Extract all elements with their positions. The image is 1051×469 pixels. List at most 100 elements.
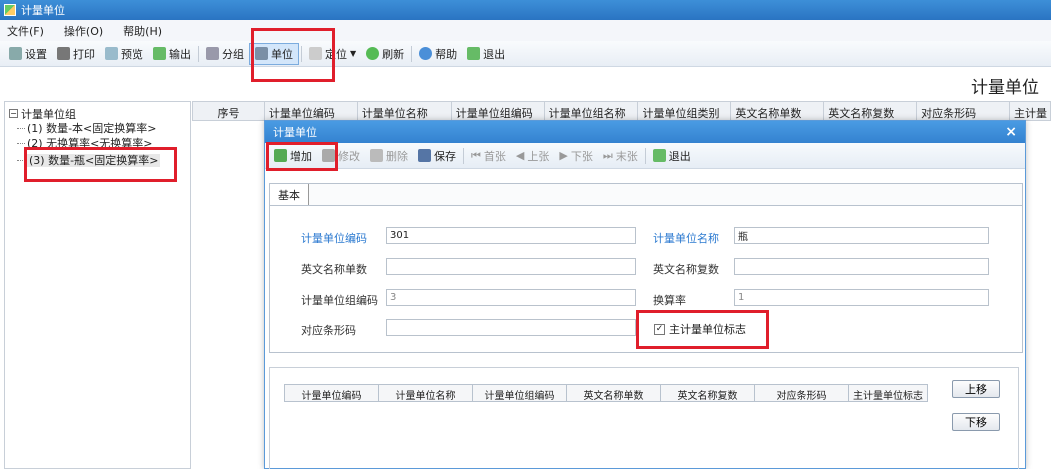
refresh-label: 刷新 <box>382 47 405 61</box>
delete-label: 删除 <box>386 149 408 163</box>
en-plural-input[interactable] <box>734 258 989 275</box>
chevron-down-icon: ▼ <box>350 49 357 58</box>
move-up-button[interactable]: 上移 <box>952 380 1000 398</box>
unit-list-panel: 计量单位编码 计量单位名称 计量单位组编码 英文名称单数 英文名称复数 对应条形… <box>269 367 1019 469</box>
edit-button[interactable]: 修改 <box>317 145 365 167</box>
tab-basic[interactable]: 基本 <box>270 184 309 205</box>
help-button[interactable]: 帮助 <box>414 43 462 65</box>
grid-col-group-name[interactable]: 计量单位组名称 <box>545 102 639 120</box>
tree-item-label: (1) 数量-本<固定换算率> <box>27 122 157 135</box>
next-icon: ▶ <box>559 149 568 162</box>
last-button[interactable]: ⏭ 末张 <box>598 145 643 167</box>
tree-item-2[interactable]: (2) 无换算率<无换算率> <box>9 136 186 151</box>
grid-col-unit-name[interactable]: 计量单位名称 <box>358 102 452 120</box>
grid-col-barcode[interactable]: 对应条形码 <box>917 102 1011 120</box>
sub-col-en-plural[interactable]: 英文名称复数 <box>661 385 755 401</box>
group-code-input[interactable] <box>386 289 636 306</box>
window-title: 计量单位 <box>21 4 65 17</box>
help-icon <box>419 47 433 60</box>
exit-label: 退出 <box>483 47 506 61</box>
rate-label: 换算率 <box>653 294 686 307</box>
group-label: 分组 <box>222 47 244 61</box>
save-label: 保存 <box>434 149 456 163</box>
tree-item-3[interactable]: (3) 数量-瓶<固定换算率> <box>9 153 186 168</box>
tree-item-label: (3) 数量-瓶<固定换算率> <box>27 154 161 167</box>
pencil-icon <box>322 149 335 162</box>
dialog-toolbar: 增加 修改 删除 保存 ⏮ 首张 ◀ 上张 ▶ 下张 ⏭ 末张 退出 <box>265 143 1025 169</box>
print-button[interactable]: 打印 <box>52 43 100 65</box>
move-down-button[interactable]: 下移 <box>952 413 1000 431</box>
settings-icon <box>9 47 22 60</box>
scale-icon <box>255 47 268 60</box>
prev-button[interactable]: ◀ 上张 <box>511 145 554 167</box>
unit-label: 单位 <box>271 47 293 61</box>
export-icon <box>153 47 166 60</box>
export-label: 输出 <box>169 47 191 61</box>
exit-button[interactable]: 退出 <box>462 43 510 65</box>
grid-col-group-code[interactable]: 计量单位组编码 <box>452 102 545 120</box>
grid-col-main[interactable]: 主计量 <box>1010 102 1050 120</box>
menu-help[interactable]: 帮助(H) <box>123 23 162 39</box>
add-button[interactable]: 增加 <box>269 145 317 167</box>
sub-col-main-flag[interactable]: 主计量单位标志 <box>849 385 927 401</box>
menu-file[interactable]: 文件(F) <box>7 23 44 39</box>
sub-col-group-code[interactable]: 计量单位组编码 <box>473 385 567 401</box>
delete-icon <box>370 149 383 162</box>
tree-item-1[interactable]: (1) 数量-本<固定换算率> <box>9 121 186 136</box>
delete-button[interactable]: 删除 <box>365 145 413 167</box>
menu-operation[interactable]: 操作(O) <box>64 23 103 39</box>
grid-col-en-singular[interactable]: 英文名称单数 <box>731 102 825 120</box>
preview-button[interactable]: 预览 <box>100 43 148 65</box>
refresh-button[interactable]: 刷新 <box>361 43 409 65</box>
unit-grid-header: 序号 计量单位编码 计量单位名称 计量单位组编码 计量单位组名称 计量单位组类别… <box>192 101 1051 121</box>
grid-col-unit-code[interactable]: 计量单位编码 <box>265 102 358 120</box>
sub-grid-header: 计量单位编码 计量单位名称 计量单位组编码 英文名称单数 英文名称复数 对应条形… <box>284 384 928 402</box>
toolbar-separator <box>463 147 464 164</box>
print-label: 打印 <box>73 47 95 61</box>
prev-icon: ◀ <box>515 149 525 162</box>
next-button[interactable]: ▶ 下张 <box>554 145 597 167</box>
first-button[interactable]: ⏮ 首张 <box>466 145 511 167</box>
dialog-title: 计量单位 <box>273 126 317 139</box>
sub-col-unit-code[interactable]: 计量单位编码 <box>285 385 379 401</box>
collapse-icon[interactable]: − <box>9 109 18 118</box>
unit-button[interactable]: 单位 <box>249 42 299 65</box>
group-icon <box>206 47 219 60</box>
barcode-input[interactable] <box>386 319 636 336</box>
toolbar-separator <box>644 147 646 164</box>
unit-dialog: 计量单位 × 增加 修改 删除 保存 ⏮ 首张 ◀ 上张 ▶ 下张 ⏭ 末张 退出 基本… <box>264 120 1026 469</box>
export-button[interactable]: 输出 <box>148 43 196 65</box>
main-unit-label: 主计量单位标志 <box>669 323 746 336</box>
unit-group-tree: − 计量单位组 (1) 数量-本<固定换算率> (2) 无换算率<无换算率> (… <box>4 101 191 469</box>
first-label: 首张 <box>483 149 506 163</box>
edit-label: 修改 <box>338 149 360 163</box>
unit-code-input[interactable] <box>386 227 636 244</box>
group-button[interactable]: 分组 <box>201 43 249 65</box>
rate-input[interactable] <box>734 289 989 306</box>
unit-name-input[interactable] <box>734 227 989 244</box>
exit-icon <box>652 149 666 162</box>
main-unit-checkbox[interactable]: ✓ <box>654 323 665 335</box>
sub-col-barcode[interactable]: 对应条形码 <box>755 385 849 401</box>
app-icon <box>4 4 16 16</box>
locate-label: 定位 <box>325 47 347 61</box>
tree-item-label: (2) 无换算率<无换算率> <box>27 137 153 150</box>
grid-col-group-type[interactable]: 计量单位组类别 <box>638 102 732 120</box>
main-unit-checkbox-row[interactable]: ✓ 主计量单位标志 <box>654 321 746 337</box>
dialog-titlebar: 计量单位 × <box>265 121 1025 143</box>
help-label: 帮助 <box>435 47 458 61</box>
unit-name-label: 计量单位名称 <box>653 232 719 245</box>
sub-col-unit-name[interactable]: 计量单位名称 <box>379 385 473 401</box>
sub-col-en-singular[interactable]: 英文名称单数 <box>567 385 661 401</box>
grid-col-index[interactable]: 序号 <box>193 102 265 120</box>
close-icon[interactable]: × <box>1005 124 1017 140</box>
locate-icon <box>309 47 322 60</box>
settings-button[interactable]: 设置 <box>4 43 52 65</box>
tree-root[interactable]: − 计量单位组 <box>9 106 186 121</box>
add-label: 增加 <box>290 149 312 163</box>
locate-button[interactable]: 定位 ▼ <box>304 43 361 65</box>
dialog-exit-button[interactable]: 退出 <box>648 145 696 167</box>
en-singular-input[interactable] <box>386 258 636 275</box>
grid-col-en-plural[interactable]: 英文名称复数 <box>824 102 918 120</box>
save-button[interactable]: 保存 <box>413 145 461 167</box>
